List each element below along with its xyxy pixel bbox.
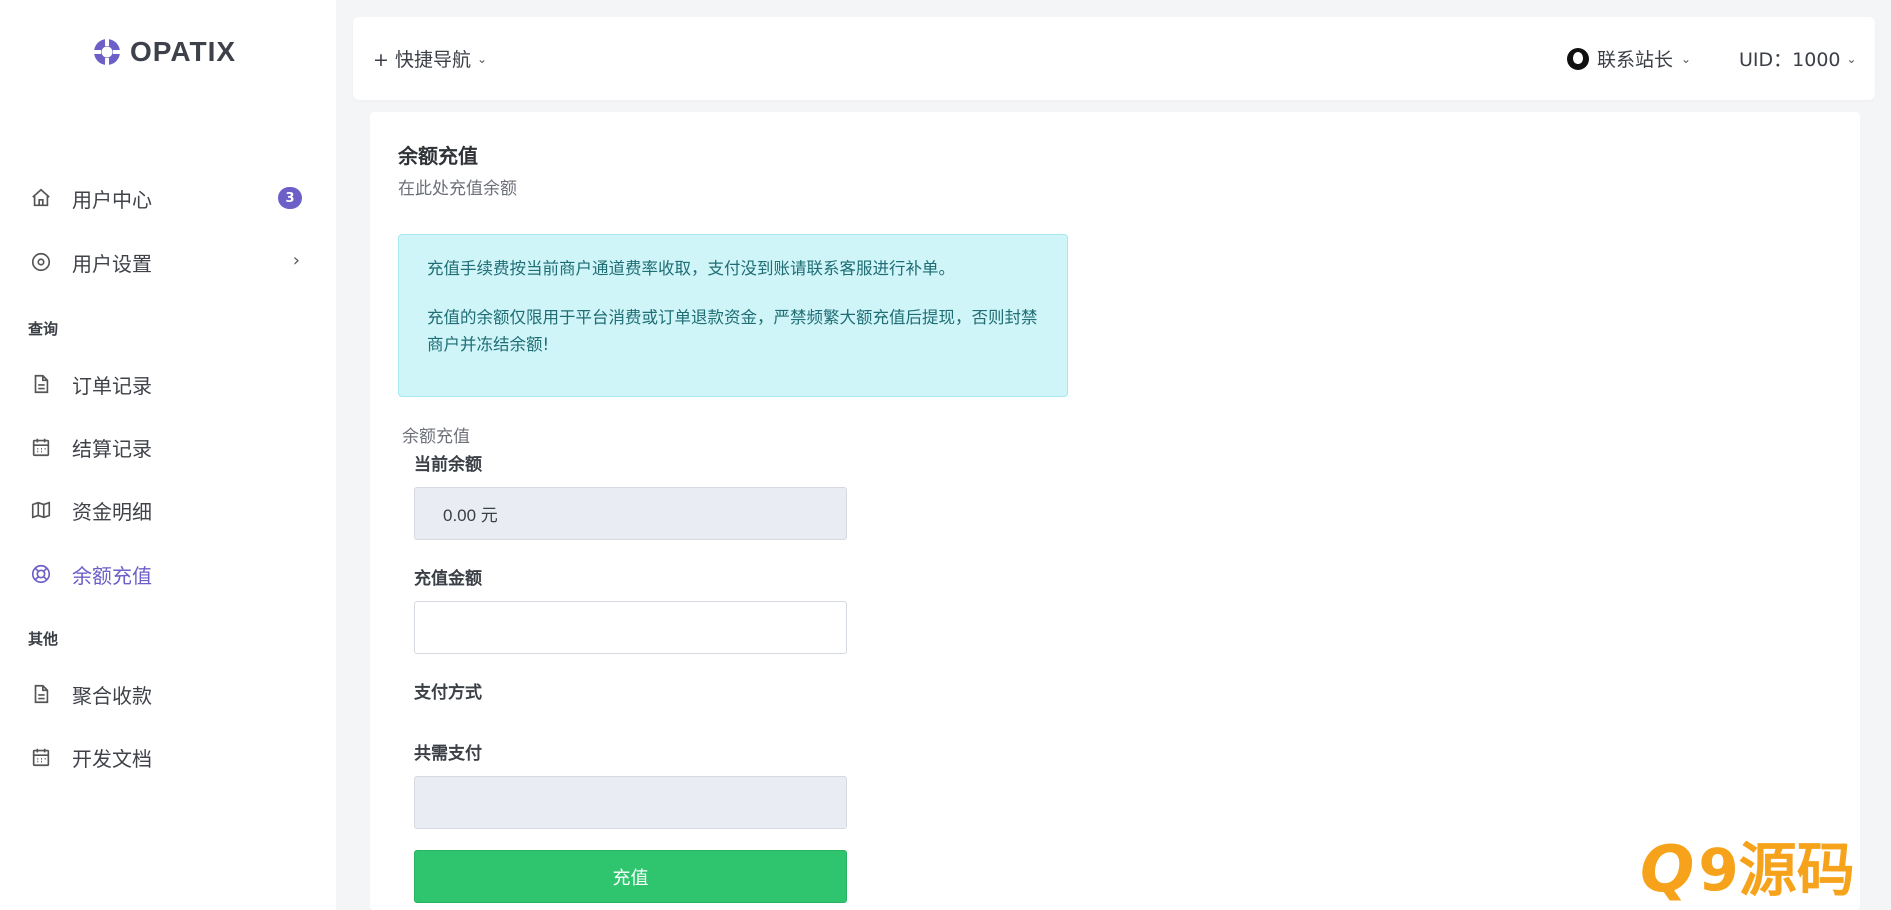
sidebar-section-query: 查询 xyxy=(28,320,59,338)
sidebar-item-label: 聚合收款 xyxy=(72,683,152,708)
payment-method-label: 支付方式 xyxy=(414,683,482,703)
sidebar-item-user-settings[interactable]: 用户设置 › xyxy=(30,242,310,282)
sidebar-item-recharge[interactable]: 余额充值 xyxy=(30,554,310,594)
form-legend: 余额充值 xyxy=(402,427,470,447)
sidebar-item-label: 开发文档 xyxy=(72,746,152,771)
notice-alert: 充值手续费按当前商户通道费率收取，支付没到账请联系客服进行补单。 充值的余额仅限… xyxy=(398,234,1068,397)
notice-text-rules: 充值的余额仅限用于平台消费或订单退款资金，严禁频繁大额充值后提现，否则封禁商户并… xyxy=(427,308,1038,354)
document-icon xyxy=(34,374,49,394)
current-balance-label: 当前余额 xyxy=(414,455,482,475)
uid-label: UID：1000 xyxy=(1739,49,1841,71)
brand-logo[interactable]: OPATIX xyxy=(92,36,236,68)
contact-admin-dropdown[interactable]: 联系站长 ⌄ xyxy=(1567,45,1691,72)
recharge-card: 余额充值 在此处充值余额 充值手续费按当前商户通道费率收取，支付没到账请联系客服… xyxy=(370,112,1860,910)
sidebar-item-orders[interactable]: 订单记录 xyxy=(30,364,310,404)
brand-name: OPATIX xyxy=(130,36,237,67)
chevron-down-icon: ⌄ xyxy=(1681,51,1692,66)
quick-nav-dropdown[interactable]: + 快捷导航 ⌄ xyxy=(373,45,487,72)
site-watermark-logo: Q 9源码 xyxy=(1640,838,1855,902)
sidebar: OPATIX 用户中心 3 用户设置 › 查询 订单记录 结算记录 资金明细 余… xyxy=(0,0,336,910)
sidebar-item-label: 结算记录 xyxy=(72,436,152,461)
document-icon xyxy=(34,684,49,704)
watermark-q: Q xyxy=(1640,833,1695,907)
sidebar-item-label: 订单记录 xyxy=(72,373,152,398)
current-balance-value: 0.00 元 xyxy=(443,506,498,525)
amount-label: 充值金额 xyxy=(414,569,482,589)
sidebar-item-dev-docs[interactable]: 开发文档 xyxy=(30,737,310,777)
sidebar-item-label: 资金明细 xyxy=(72,499,152,524)
quick-nav-label: + 快捷导航 xyxy=(373,49,471,71)
lifebuoy-icon xyxy=(94,39,120,65)
sidebar-item-settlements[interactable]: 结算记录 xyxy=(30,427,310,467)
calendar-icon xyxy=(32,748,50,767)
user-dropdown[interactable]: UID：1000 ⌄ xyxy=(1739,45,1857,72)
total-payment-label: 共需支付 xyxy=(414,744,482,764)
sidebar-item-aggregate-payment[interactable]: 聚合收款 xyxy=(30,674,310,714)
home-icon xyxy=(32,188,50,207)
calendar-icon xyxy=(32,438,50,457)
chevron-down-icon: ⌄ xyxy=(1846,51,1857,66)
recharge-submit-button[interactable]: 充值 xyxy=(414,850,847,903)
current-balance-field: 0.00 元 xyxy=(414,487,847,540)
qq-icon xyxy=(1567,47,1589,70)
chevron-down-icon: ⌄ xyxy=(476,51,488,66)
gauge-icon xyxy=(31,252,51,272)
sidebar-section-other: 其他 xyxy=(28,630,59,648)
sidebar-item-label: 用户设置 xyxy=(72,251,152,276)
notification-badge: 3 xyxy=(278,187,302,209)
page-title: 余额充值 xyxy=(398,144,478,168)
chevron-right-icon: › xyxy=(292,250,300,271)
contact-label: 联系站长 xyxy=(1597,49,1674,71)
page-subtitle: 在此处充值余额 xyxy=(398,179,517,199)
sidebar-item-label: 用户中心 xyxy=(72,187,152,212)
sidebar-item-user-center[interactable]: 用户中心 3 xyxy=(30,178,310,218)
lifebuoy-icon xyxy=(31,564,51,584)
amount-input[interactable] xyxy=(414,601,847,654)
watermark-text: 9源码 xyxy=(1698,836,1855,904)
sidebar-item-funds[interactable]: 资金明细 xyxy=(30,490,310,530)
notice-text-fee: 充值手续费按当前商户通道费率收取，支付没到账请联系客服进行补单。 xyxy=(427,259,955,278)
map-icon xyxy=(31,501,51,519)
total-payment-field xyxy=(414,776,847,829)
top-header: + 快捷导航 ⌄ 联系站长 ⌄ UID：1000 ⌄ xyxy=(353,17,1875,100)
sidebar-item-label: 余额充值 xyxy=(72,563,152,588)
